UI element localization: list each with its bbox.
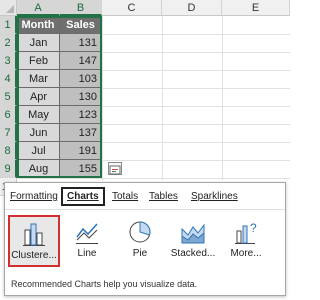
sales-cell[interactable]: 147 — [60, 52, 102, 70]
row-header-1[interactable]: 1 — [0, 16, 17, 34]
quick-analysis-tabs: Formatting Charts Totals Tables Sparklin… — [5, 183, 285, 210]
month-cell[interactable]: Jul — [17, 142, 60, 160]
svg-text:?: ? — [250, 221, 257, 235]
more-charts-option[interactable]: ? More... — [220, 215, 272, 267]
gridline — [17, 178, 290, 179]
tab-totals[interactable]: Totals — [112, 189, 138, 204]
more-charts-icon: ? — [235, 221, 257, 244]
row-header-2[interactable]: 2 — [0, 34, 17, 52]
panel-footer-text: Recommended Charts help you visualize da… — [11, 279, 198, 289]
stacked-area-chart-icon — [181, 223, 205, 244]
row-header-4[interactable]: 4 — [0, 70, 17, 88]
row-header-3[interactable]: 3 — [0, 52, 17, 70]
column-header-d[interactable]: D — [162, 0, 222, 16]
month-cell[interactable]: Feb — [17, 52, 60, 70]
spreadsheet-grid: A B C D E 1 2 3 4 5 6 7 8 9 10 Month Sal… — [0, 0, 290, 196]
option-label: Stacked... — [170, 248, 216, 259]
month-cell[interactable]: Jun — [17, 124, 60, 142]
pie-option[interactable]: Pie — [114, 215, 166, 267]
gridline — [102, 16, 103, 180]
sales-cell[interactable]: 131 — [60, 34, 102, 52]
tab-tables[interactable]: Tables — [149, 189, 178, 204]
row-header-8[interactable]: 8 — [0, 142, 17, 160]
sales-cell[interactable]: 123 — [60, 106, 102, 124]
tab-formatting[interactable]: Formatting — [10, 189, 58, 204]
line-option[interactable]: Line — [61, 215, 113, 267]
quick-analysis-button[interactable] — [108, 162, 122, 175]
column-header-a[interactable]: A — [17, 0, 60, 16]
tab-charts[interactable]: Charts — [61, 187, 105, 206]
select-all-corner[interactable] — [0, 0, 17, 16]
row-header-7[interactable]: 7 — [0, 124, 17, 142]
quick-analysis-panel: Formatting Charts Totals Tables Sparklin… — [4, 182, 286, 296]
stacked-option[interactable]: Stacked... — [167, 215, 219, 267]
month-cell[interactable]: Apr — [17, 88, 60, 106]
gridline — [162, 16, 163, 180]
sales-cell[interactable]: 103 — [60, 70, 102, 88]
column-header-b[interactable]: B — [60, 0, 102, 16]
option-label: Clustere... — [11, 250, 57, 261]
month-cell[interactable]: Mar — [17, 70, 60, 88]
quick-analysis-icon — [109, 165, 121, 175]
header-cell-sales[interactable]: Sales — [60, 16, 102, 34]
sales-cell[interactable]: 191 — [60, 142, 102, 160]
clustered-column-chart-icon — [23, 223, 45, 246]
month-cell[interactable]: May — [17, 106, 60, 124]
row-header-9[interactable]: 9 — [0, 160, 17, 178]
clustered-column-option[interactable]: Clustere... — [8, 215, 60, 267]
month-cell[interactable]: Jan — [17, 34, 60, 52]
row-header-6[interactable]: 6 — [0, 106, 17, 124]
option-label: Line — [77, 248, 97, 259]
gridline — [222, 16, 223, 180]
sales-cell[interactable]: 130 — [60, 88, 102, 106]
row-header-5[interactable]: 5 — [0, 88, 17, 106]
chart-options: Clustere... Line Pie Stacked... ? More..… — [5, 215, 285, 273]
column-header-c[interactable]: C — [102, 0, 162, 16]
month-cell[interactable]: Aug — [17, 160, 60, 178]
sales-cell[interactable]: 155 — [60, 160, 102, 178]
tab-sparklines[interactable]: Sparklines — [191, 189, 238, 204]
option-label: Pie — [132, 248, 148, 259]
pie-chart-icon — [129, 221, 151, 243]
line-chart-icon — [76, 223, 98, 244]
header-cell-month[interactable]: Month — [17, 16, 60, 34]
sales-cell[interactable]: 137 — [60, 124, 102, 142]
option-label: More... — [230, 248, 262, 259]
column-header-e[interactable]: E — [222, 0, 290, 16]
